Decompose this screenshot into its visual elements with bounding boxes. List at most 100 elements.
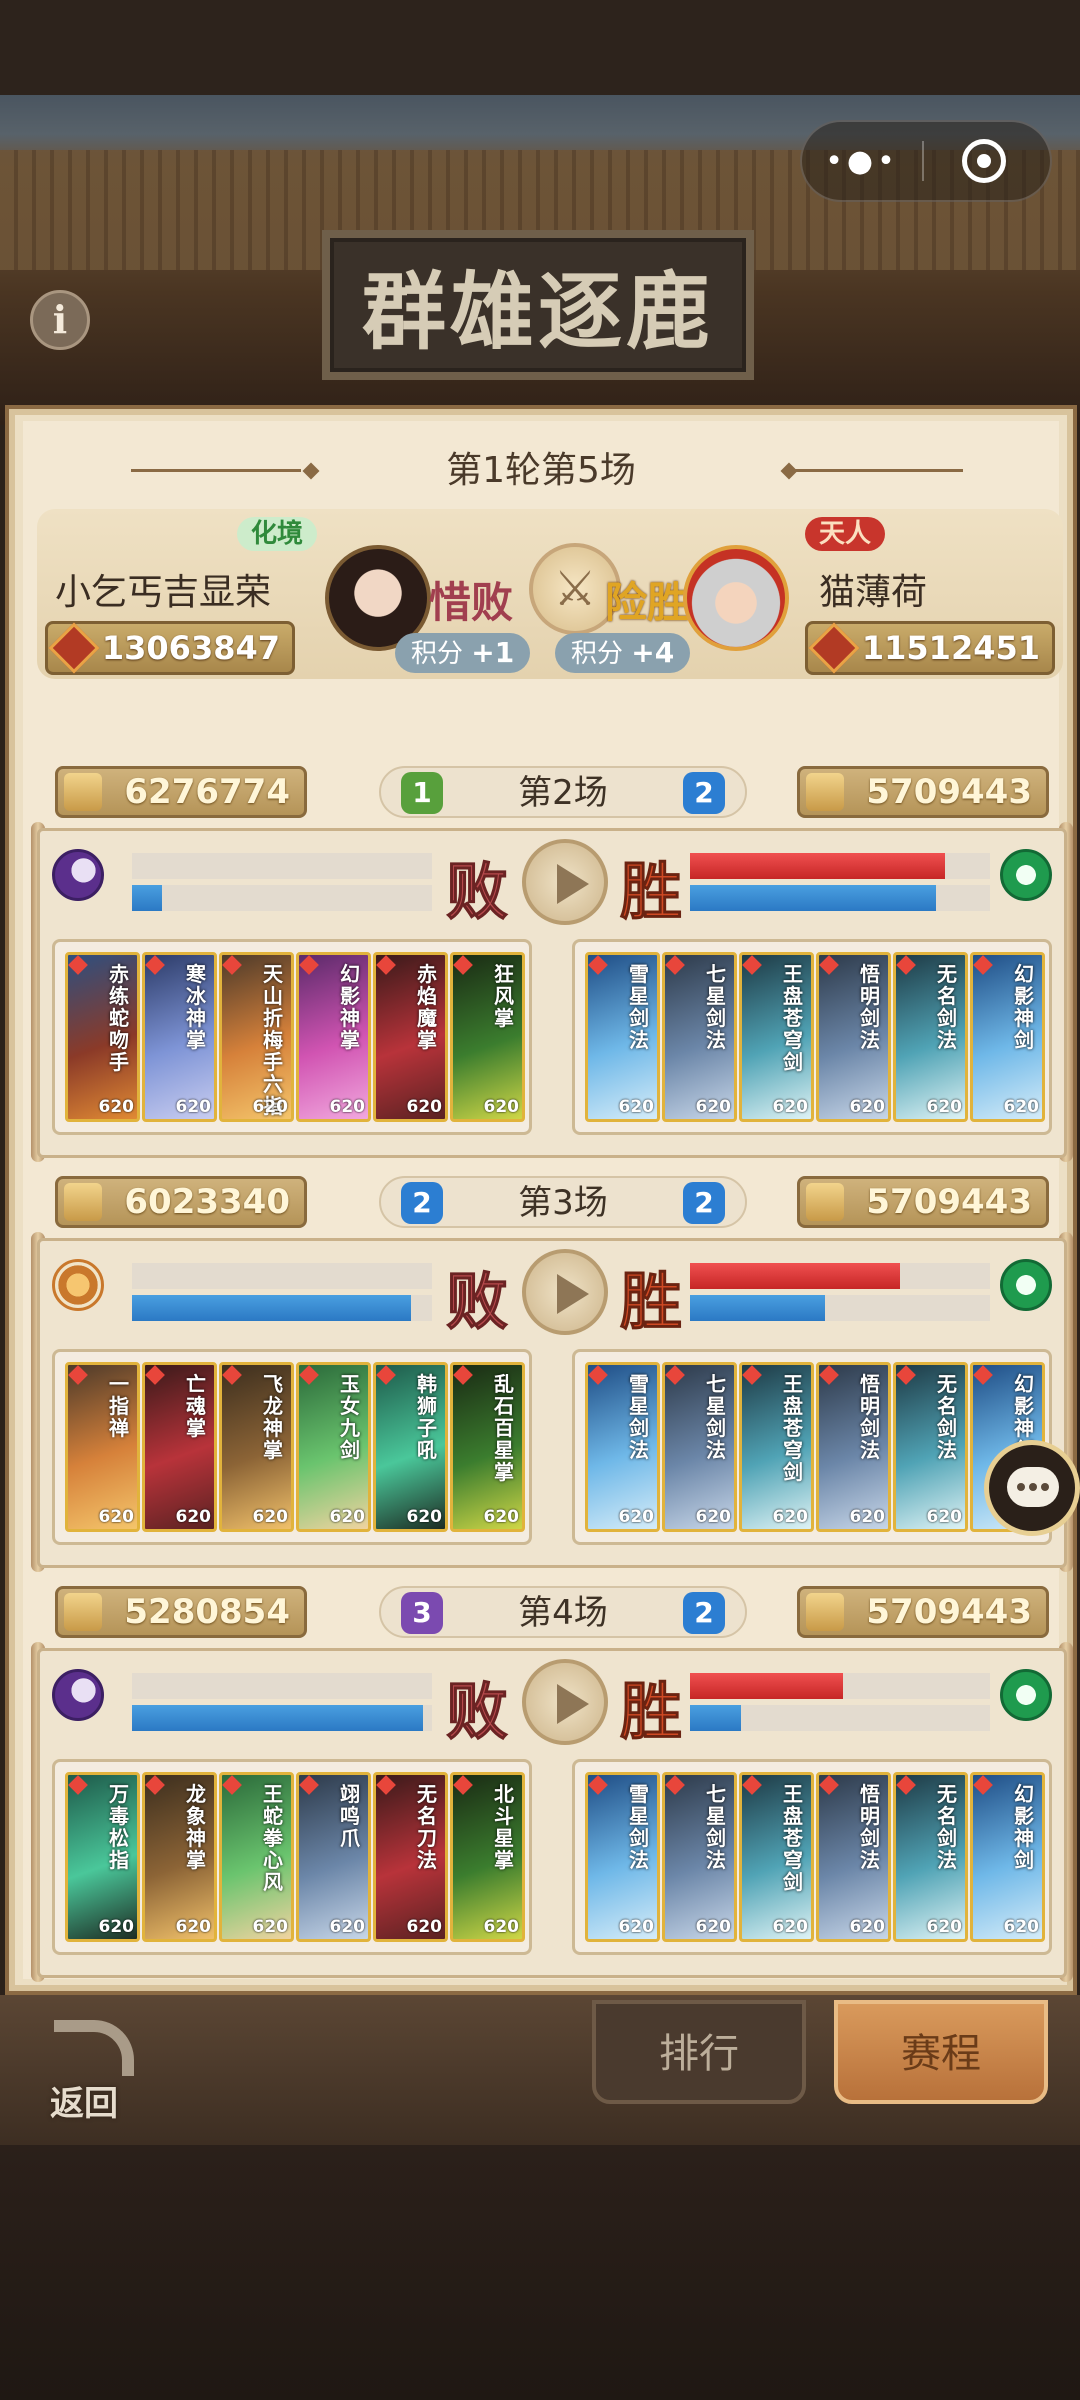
star-icon [819,955,839,975]
skill-card[interactable]: 悟明剑法 620 [816,952,891,1122]
left-faction-icon [52,849,104,901]
right-bar-1-fill [690,1673,843,1699]
power-icon [806,1593,844,1631]
card-name: 悟明剑法 [860,1372,880,1462]
skill-card[interactable]: 七星剑法 620 [662,1772,737,1942]
tab-schedule[interactable]: 赛程 [834,2000,1048,2104]
skill-card[interactable]: 龙象神掌 620 [142,1772,217,1942]
card-level: 620 [618,1917,655,1937]
skill-card[interactable]: 七星剑法 620 [662,1362,737,1532]
card-name: 天山折梅手六指 [263,962,283,1118]
skill-card[interactable]: 无名剑法 620 [893,952,968,1122]
skill-card[interactable]: 赤焰魔掌 620 [373,952,448,1122]
star-icon [222,955,242,975]
left-power-value: 13063847 [101,629,280,667]
card-level: 620 [98,1097,135,1117]
right-rank-gem: 2 [683,772,725,814]
right-player-name[interactable]: 猫薄荷 [819,563,927,615]
card-level: 620 [406,1507,443,1527]
info-button[interactable]: i [30,290,90,350]
match-left-power-value: 6276774 [124,772,290,812]
skill-card[interactable]: 亡魂掌 620 [142,1362,217,1532]
skill-card[interactable]: 无名剑法 620 [893,1362,968,1532]
match-title-bar: 3 第4场 2 [379,1586,747,1638]
skill-card[interactable]: 万毒松指 620 [65,1772,140,1942]
skill-card[interactable]: 悟明剑法 620 [816,1772,891,1942]
skill-card[interactable]: 幻影神剑 620 [970,952,1045,1122]
skill-card[interactable]: 王盘苍穹剑 620 [739,952,814,1122]
left-tier-badge: 化境 [237,517,318,551]
star-icon [145,955,165,975]
skill-card[interactable]: 一指禅 620 [65,1362,140,1532]
card-name: 无名刀法 [417,1782,437,1872]
skill-card[interactable]: 无名剑法 620 [893,1772,968,1942]
right-tier-badge: 天人 [805,517,886,551]
left-team: 一指禅 620 亡魂掌 620 飞龙神掌 620 玉女九剑 620 韩狮子吼 620 乱石百星掌 62… [52,1349,532,1545]
left-bar-1 [132,1673,432,1699]
card-level: 620 [849,1507,886,1527]
skill-card[interactable]: 乱石百星掌 620 [450,1362,525,1532]
skill-card[interactable]: 幻影神掌 620 [296,952,371,1122]
card-name: 无名剑法 [937,962,957,1052]
skill-card[interactable]: 韩狮子吼 620 [373,1362,448,1532]
replay-button[interactable] [522,1249,608,1335]
left-power-box: 13063847 [45,621,295,675]
match-board: 败胜一指禅 620 亡魂掌 620 飞龙神掌 620 玉女九剑 620 韩狮子吼 620 乱石百星掌… [37,1238,1067,1568]
skill-card[interactable]: 七星剑法 620 [662,952,737,1122]
star-icon [453,1365,473,1385]
card-level: 620 [695,1917,732,1937]
card-level: 620 [329,1097,366,1117]
card-level: 620 [849,1097,886,1117]
card-name: 悟明剑法 [860,962,880,1052]
skill-card[interactable]: 王蛇拳心风 620 [219,1772,294,1942]
power-icon [808,622,860,674]
skill-card[interactable]: 雪星剑法 620 [585,1772,660,1942]
back-button[interactable]: 返回 [44,2012,154,2124]
replay-button[interactable] [522,839,608,925]
card-name: 幻影神剑 [1014,1782,1034,1872]
tab-ranking[interactable]: 排行 [592,2000,806,2104]
right-team: 雪星剑法620七星剑法620王盘苍穹剑620悟明剑法620无名剑法620幻影神剑… [572,1759,1052,1955]
right-avatar[interactable] [683,545,789,651]
skill-card[interactable]: 王盘苍穹剑 620 [739,1772,814,1942]
skill-card[interactable]: 玉女九剑 620 [296,1362,371,1532]
skill-card[interactable]: 北斗星掌 620 [450,1772,525,1942]
title-sign: 群雄逐鹿 [322,230,754,380]
more-menu-icon[interactable]: •●• [802,144,922,179]
replay-button[interactable] [522,1659,608,1745]
left-player-name[interactable]: 小乞丐吉显荣 [55,563,271,615]
match-section: 6023340 2 第3场 2 5709443 败胜一指禅 620 亡魂掌 620 飞龙神… [31,1176,1073,1586]
right-faction-icon [1000,849,1052,901]
skill-card[interactable]: 无名刀法 620 [373,1772,448,1942]
chat-button[interactable] [984,1440,1080,1536]
left-team: 赤练蛇吻手 620 寒冰神掌 620 天山折梅手六指 620 幻影神掌 620 赤焰魔掌 620 狂… [52,939,532,1135]
star-icon [819,1775,839,1795]
skill-card[interactable]: 飞龙神掌 620 [219,1362,294,1532]
star-icon [896,1775,916,1795]
points-value: +4 [631,636,675,669]
card-name: 翊鸣爪 [340,1782,360,1850]
match-right-power-value: 5709443 [866,1182,1032,1222]
skill-card[interactable]: 赤练蛇吻手 620 [65,952,140,1122]
match-left-power: 6276774 [55,766,307,818]
skill-card[interactable]: 幻影神剑 620 [970,1772,1045,1942]
skill-card[interactable]: 王盘苍穹剑 620 [739,1362,814,1532]
back-arrow-icon [54,2020,134,2076]
skill-card[interactable]: 悟明剑法 620 [816,1362,891,1532]
star-icon [453,1775,473,1795]
card-level: 620 [926,1507,963,1527]
skill-card[interactable]: 寒冰神掌 620 [142,952,217,1122]
star-icon [68,955,88,975]
power-icon [64,1593,102,1631]
power-icon [64,1183,102,1221]
skill-card[interactable]: 雪星剑法 620 [585,952,660,1122]
skill-card[interactable]: 天山折梅手六指 620 [219,952,294,1122]
close-miniprogram-button[interactable] [924,139,1044,183]
back-label: 返回 [50,2084,118,2124]
skill-card[interactable]: 翊鸣爪 620 [296,1772,371,1942]
left-bar-2 [132,1705,432,1731]
card-level: 620 [695,1097,732,1117]
skill-card[interactable]: 狂风掌 620 [450,952,525,1122]
skill-card[interactable]: 雪星剑法 620 [585,1362,660,1532]
star-icon [742,955,762,975]
